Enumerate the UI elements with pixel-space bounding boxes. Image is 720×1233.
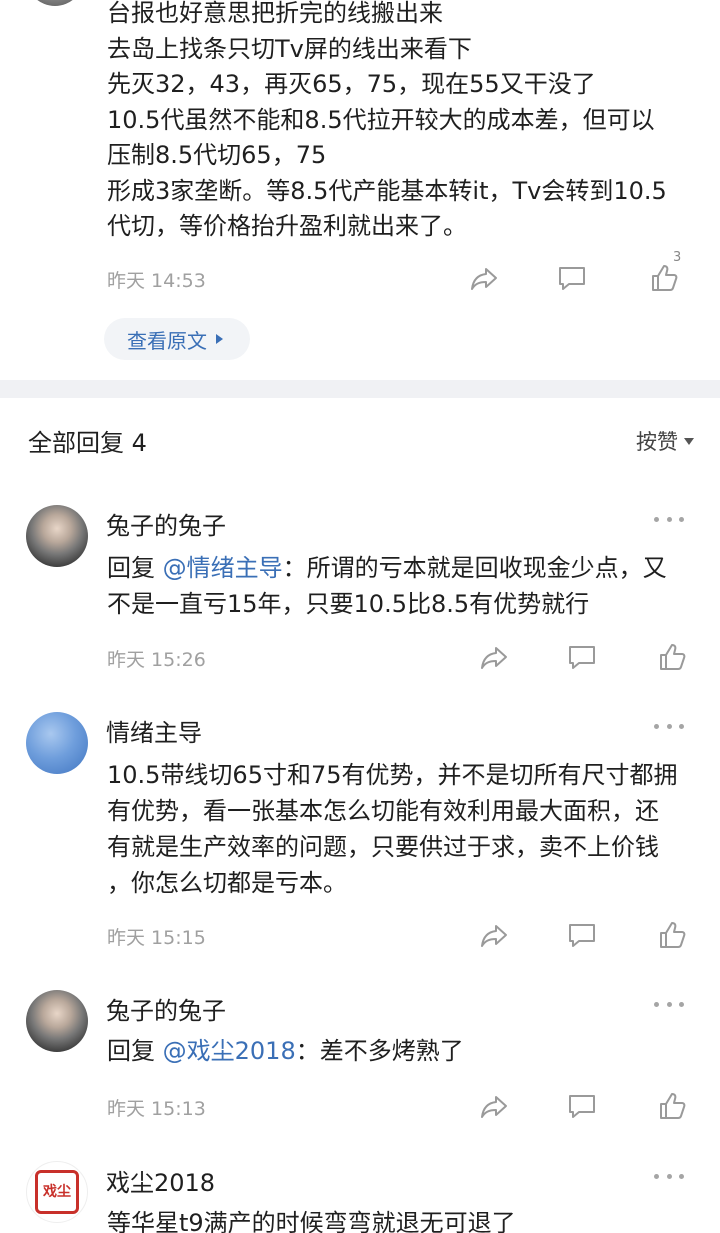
like-icon bbox=[652, 265, 678, 291]
reply-body: ：所谓的亏本就是回收现金少点，又 bbox=[282, 554, 667, 582]
reply-prefix: 回复 bbox=[107, 1037, 163, 1065]
post-time: 昨天 14:53 bbox=[107, 270, 206, 292]
avatar[interactable] bbox=[26, 505, 88, 567]
reply-body: ：差不多烤熟了 bbox=[295, 1037, 464, 1065]
avatar[interactable] bbox=[26, 990, 88, 1052]
share-icon bbox=[481, 925, 507, 947]
comment-icon bbox=[569, 1095, 595, 1118]
like-icon bbox=[660, 644, 686, 670]
reply-meta-row: 昨天 15:13 bbox=[107, 1086, 720, 1126]
comment-icon bbox=[559, 267, 585, 290]
reply-time: 昨天 15:13 bbox=[107, 1098, 206, 1120]
like-button[interactable] bbox=[652, 1086, 692, 1126]
reply-text: 10.5带线切65寸和75有优势，并不是切所有尺寸都拥 有优势，看一张基本怎么切… bbox=[107, 757, 707, 901]
replies-count-title: 全部回复 4 bbox=[28, 429, 147, 457]
more-options-button[interactable] bbox=[654, 514, 684, 524]
reply-body-line: ，你怎么切都是亏本。 bbox=[107, 869, 347, 897]
comment-icon bbox=[569, 646, 595, 669]
comment-button[interactable] bbox=[562, 1086, 602, 1126]
reply-username[interactable]: 兔子的兔子 bbox=[106, 506, 226, 541]
comment-button[interactable] bbox=[562, 915, 602, 955]
avatar[interactable]: 戏尘 bbox=[26, 1161, 88, 1223]
reply-body-line: 不是一直亏15年，只要10.5比8.5有优势就行 bbox=[107, 590, 590, 618]
more-options-button[interactable] bbox=[654, 1171, 684, 1181]
reply-time: 昨天 15:15 bbox=[107, 927, 206, 949]
share-button[interactable] bbox=[464, 258, 504, 298]
triangle-right-icon bbox=[216, 334, 223, 344]
like-button[interactable] bbox=[652, 637, 692, 677]
like-button[interactable] bbox=[652, 915, 692, 955]
seal-logo: 戏尘 bbox=[35, 1170, 79, 1214]
more-icon bbox=[654, 516, 659, 522]
post-line: 先灭32，43，再灭65，75，现在55又干没了 bbox=[107, 70, 596, 98]
reply-body-line: 有就是生产效率的问题，只要供过于求，卖不上价钱 bbox=[107, 833, 659, 861]
share-icon bbox=[481, 1096, 507, 1118]
more-icon bbox=[654, 1001, 659, 1007]
post-content: 台报也好意思把折完的线搬出来 去岛上找条只切Tv屏的线出来看下 先灭32，43，… bbox=[107, 0, 707, 245]
reply-meta-row: 昨天 15:26 bbox=[107, 637, 720, 677]
reply-body-line: 10.5带线切65寸和75有优势，并不是切所有尺寸都拥 bbox=[107, 761, 678, 789]
post-meta-row: 昨天 14:53 3 bbox=[107, 250, 720, 298]
share-icon bbox=[481, 647, 507, 669]
sort-label: 按赞 bbox=[636, 430, 678, 454]
more-options-button[interactable] bbox=[654, 721, 684, 731]
author-avatar[interactable] bbox=[26, 0, 84, 6]
post-line: 10.5代虽然不能和8.5代拉开较大的成本差，但可以 bbox=[107, 105, 655, 134]
reply-username[interactable]: 戏尘2018 bbox=[106, 1163, 215, 1198]
view-original-label: 查看原文 bbox=[127, 328, 207, 353]
post-line: 形成3家垄断。等8.5代产能基本转it，Tv会转到10.5 bbox=[107, 176, 667, 205]
comment-button[interactable] bbox=[552, 258, 592, 298]
mention-link[interactable]: @情绪主导 bbox=[163, 554, 283, 582]
post-line: 压制8.5代切65，75 bbox=[107, 141, 327, 169]
reply-username[interactable]: 情绪主导 bbox=[106, 713, 202, 748]
like-icon bbox=[660, 1093, 686, 1119]
post-line: 台报也好意思把折完的线搬出来 bbox=[107, 0, 443, 27]
reply-prefix: 回复 bbox=[107, 554, 163, 582]
more-icon bbox=[654, 1173, 659, 1179]
comment-icon bbox=[569, 924, 595, 947]
reply-text: 等华星t9满产的时候弯弯就退无可退了 bbox=[107, 1209, 516, 1233]
share-icon bbox=[471, 268, 497, 290]
like-count: 3 bbox=[673, 250, 682, 265]
share-button[interactable] bbox=[474, 637, 514, 677]
reply-time: 昨天 15:26 bbox=[107, 649, 206, 671]
more-options-button[interactable] bbox=[654, 999, 684, 1009]
reply-text: 回复 @戏尘2018：差不多烤熟了 bbox=[107, 1033, 707, 1069]
reply-meta-row: 昨天 15:15 bbox=[107, 915, 720, 955]
mention-link[interactable]: @戏尘2018 bbox=[163, 1037, 296, 1065]
caret-down-icon bbox=[684, 437, 694, 445]
avatar[interactable] bbox=[26, 712, 88, 774]
reply-text: 回复 @情绪主导：所谓的亏本就是回收现金少点，又 不是一直亏15年，只要10.5… bbox=[107, 550, 707, 622]
reply-username[interactable]: 兔子的兔子 bbox=[106, 991, 226, 1026]
comment-button[interactable] bbox=[562, 637, 602, 677]
sort-dropdown[interactable]: 按赞 bbox=[636, 426, 694, 456]
view-original-button[interactable]: 查看原文 bbox=[104, 318, 250, 360]
reply-body-line: 有优势，看一张基本怎么切能有效利用最大面积，还 bbox=[107, 797, 659, 825]
like-icon bbox=[660, 922, 686, 948]
more-icon bbox=[654, 723, 659, 729]
share-button[interactable] bbox=[474, 915, 514, 955]
post-line: 去岛上找条只切Tv屏的线出来看下 bbox=[107, 34, 472, 63]
section-divider bbox=[0, 380, 720, 398]
post-line: 代切，等价格抬升盈利就出来了。 bbox=[107, 212, 467, 240]
share-button[interactable] bbox=[474, 1086, 514, 1126]
